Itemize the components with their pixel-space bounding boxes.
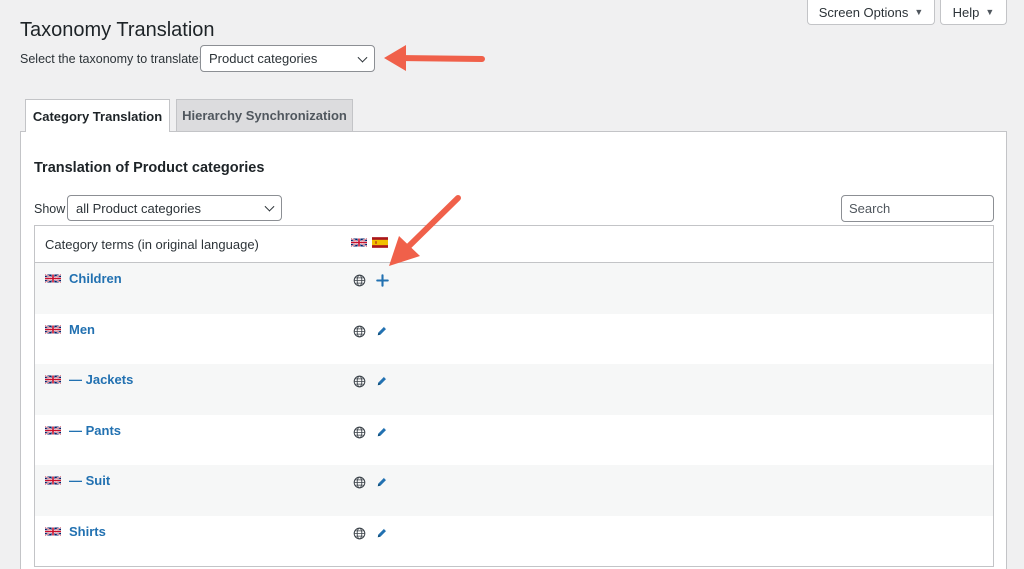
screen-options-label: Screen Options — [818, 4, 909, 20]
uk-flag-icon — [45, 273, 61, 284]
taxonomy-label: Select the taxonomy to translate: — [20, 52, 203, 66]
pencil-icon[interactable] — [375, 374, 389, 388]
search-input[interactable] — [841, 195, 994, 222]
taxonomy-select-value: Product categories — [209, 51, 318, 66]
triangle-down-icon: ▼ — [914, 7, 924, 17]
uk-flag-icon — [45, 475, 61, 486]
table-row: Children — [35, 263, 993, 314]
language-flags — [351, 237, 388, 248]
tab-hierarchy-synchronization[interactable]: Hierarchy Synchronization — [176, 99, 353, 131]
plus-icon[interactable] — [375, 273, 390, 288]
table-header: Category terms (in original language) — [35, 226, 993, 263]
show-label: Show — [34, 202, 66, 216]
taxonomy-select[interactable]: Product categories — [200, 45, 375, 72]
show-filter-value: all Product categories — [76, 200, 202, 216]
uk-flag-icon — [45, 425, 61, 436]
tab-hierarchy-synchronization-label: Hierarchy Synchronization — [182, 108, 347, 123]
uk-flag-icon — [45, 324, 61, 335]
pencil-icon[interactable] — [375, 526, 389, 540]
uk-flag-icon — [45, 526, 61, 537]
globe-icon[interactable] — [353, 476, 366, 489]
triangle-down-icon: ▼ — [985, 7, 995, 17]
panel-title: Translation of Product categories — [34, 160, 265, 176]
globe-icon[interactable] — [353, 325, 366, 338]
term-link[interactable]: — Suit — [69, 473, 110, 488]
page-title: Taxonomy Translation — [20, 19, 215, 41]
terms-table: Category terms (in original language) Ch… — [34, 225, 994, 567]
term-link[interactable]: Men — [69, 322, 95, 337]
globe-icon[interactable] — [353, 375, 366, 388]
tab-category-translation-label: Category Translation — [32, 108, 163, 124]
table-row: — Jackets — [35, 364, 993, 415]
term-link[interactable]: Children — [69, 271, 122, 286]
tab-category-translation[interactable]: Category Translation — [25, 99, 170, 132]
term-link[interactable]: — Jackets — [69, 372, 133, 387]
table-row: — Suit — [35, 465, 993, 516]
pencil-icon[interactable] — [375, 425, 389, 439]
globe-icon[interactable] — [353, 527, 366, 540]
chevron-down-icon — [357, 52, 368, 63]
translation-panel: Translation of Product categories Show a… — [20, 131, 1007, 569]
chevron-down-icon — [264, 201, 275, 212]
table-row: — Pants — [35, 415, 993, 466]
help-button[interactable]: Help ▼ — [940, 0, 1007, 25]
term-link[interactable]: Shirts — [69, 524, 106, 539]
table-row: Men — [35, 314, 993, 365]
uk-flag-icon — [45, 374, 61, 385]
table-row: Shirts — [35, 516, 993, 567]
uk-flag-icon — [351, 237, 367, 248]
annotation-arrow-icon — [384, 45, 485, 71]
globe-icon[interactable] — [353, 274, 366, 287]
screen-options-button[interactable]: Screen Options ▼ — [807, 0, 935, 25]
term-link[interactable]: — Pants — [69, 423, 121, 438]
column-header-terms: Category terms (in original language) — [45, 237, 259, 252]
pencil-icon[interactable] — [375, 475, 389, 489]
es-flag-icon — [372, 237, 388, 248]
pencil-icon[interactable] — [375, 324, 389, 338]
globe-icon[interactable] — [353, 426, 366, 439]
show-filter-select[interactable]: all Product categories — [67, 195, 282, 221]
help-label: Help — [952, 4, 980, 20]
